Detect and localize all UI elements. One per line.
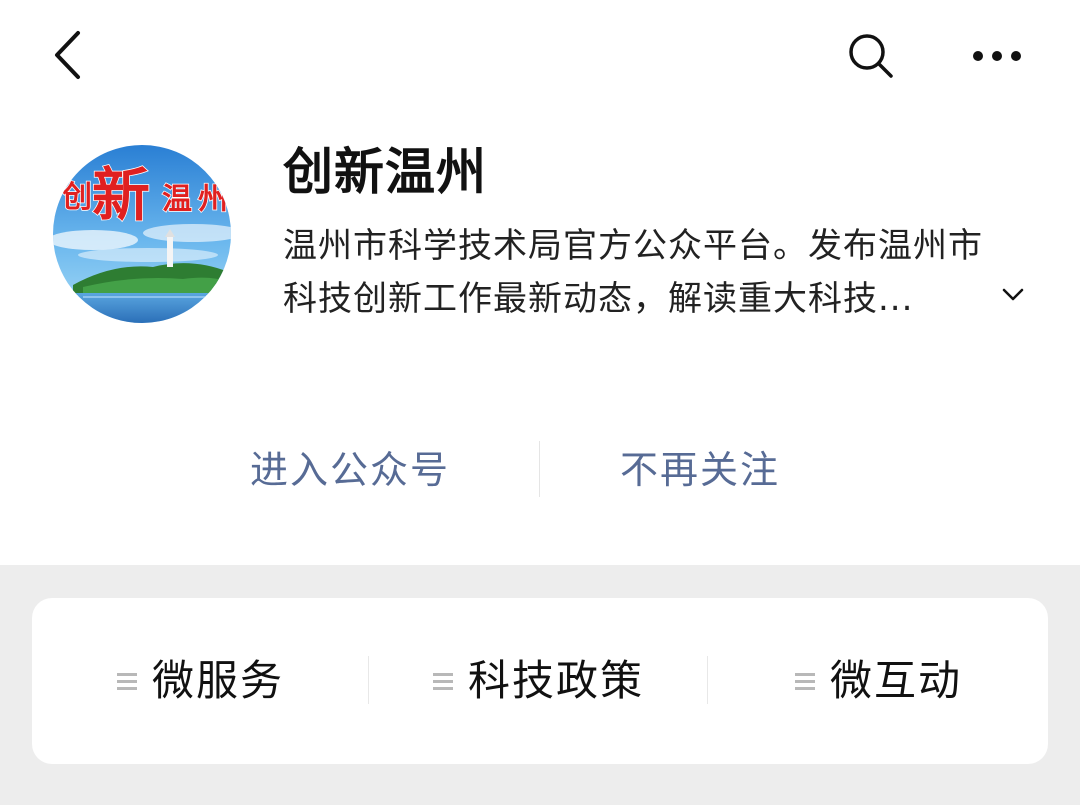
menu-item-label: 微服务 (151, 656, 284, 705)
search-icon (849, 34, 893, 78)
chevron-left-icon (55, 31, 80, 79)
account-description: 温州市科学技术局官方公众平台。发布温州市科技创新工作最新动态，解读重大科技... (283, 226, 983, 319)
menu-item-label: 微互动 (829, 656, 962, 705)
expand-description-button[interactable] (996, 278, 1030, 312)
avatar-image: 创新温州 (53, 145, 231, 323)
unfollow-button[interactable]: 不再关注 (620, 440, 780, 500)
avatar-logo-character: 温 (162, 182, 192, 217)
profile-header: 创新温州 创新温州 温州市科学技术局官方公众平台。发布温州市科技创新工作最新动态… (0, 0, 1080, 565)
account-profile: 创新温州 创新温州 温州市科学技术局官方公众平台。发布温州市科技创新工作最新动态… (0, 110, 1080, 410)
avatar-logo-character: 州 (198, 182, 228, 217)
avatar-logo-character: 新 (92, 161, 150, 229)
account-name: 创新温州 (283, 143, 487, 201)
search-button[interactable] (838, 26, 904, 86)
menu-item-label: 科技政策 (467, 656, 644, 705)
avatar-logo-character: 创 (61, 180, 92, 215)
action-divider (539, 441, 540, 497)
menu-item-micro-service[interactable]: 微服务 (32, 598, 368, 764)
avatar[interactable]: 创新温州 (53, 145, 231, 323)
menu-lines-icon (432, 670, 454, 692)
menu-item-tech-policy[interactable]: 科技政策 (369, 598, 707, 764)
account-actions: 进入公众号 不再关注 (0, 430, 1080, 510)
enter-account-button[interactable]: 进入公众号 (250, 440, 450, 500)
menu-lines-icon (116, 670, 138, 692)
nav-bar (0, 0, 1080, 110)
more-horizontal-icon (973, 51, 1021, 61)
account-menu: 微服务 科技政策 微互动 (32, 598, 1048, 764)
chevron-down-icon (1002, 288, 1024, 301)
menu-item-micro-interaction[interactable]: 微互动 (708, 598, 1048, 764)
menu-lines-icon (794, 670, 816, 692)
back-button[interactable] (40, 24, 96, 86)
more-button[interactable] (962, 26, 1032, 86)
account-profile-page: 创新温州 创新温州 温州市科学技术局官方公众平台。发布温州市科技创新工作最新动态… (0, 0, 1080, 805)
